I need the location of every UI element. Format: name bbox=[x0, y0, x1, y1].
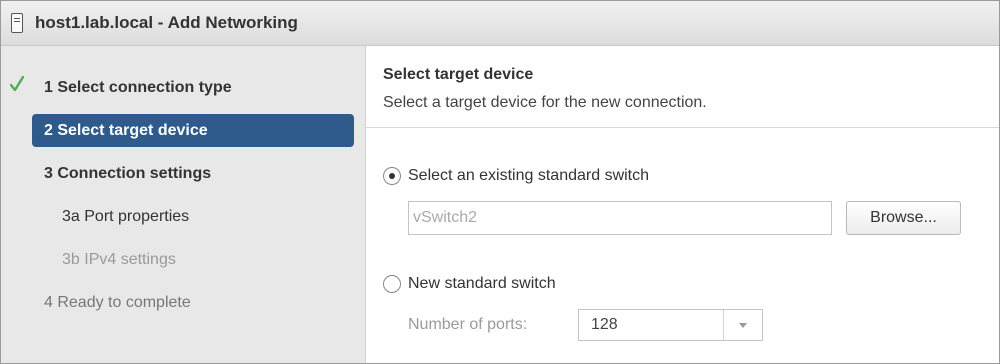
browse-button[interactable]: Browse... bbox=[846, 201, 961, 235]
existing-switch-radio[interactable] bbox=[383, 167, 401, 185]
new-switch-option[interactable]: New standard switch bbox=[383, 275, 556, 293]
step-ipv4-settings: 3b IPv4 settings bbox=[62, 250, 176, 268]
add-networking-dialog: host1.lab.local - Add Networking 1 Selec… bbox=[0, 0, 1000, 364]
existing-switch-input[interactable] bbox=[408, 201, 832, 235]
page-title: Select target device bbox=[383, 66, 534, 83]
step-select-target-device[interactable]: 2 Select target device bbox=[32, 114, 354, 147]
step-port-properties: 3a Port properties bbox=[62, 207, 190, 225]
step-ready-to-complete: 4 Ready to complete bbox=[44, 293, 191, 311]
dialog-title: host1.lab.local - Add Networking bbox=[35, 13, 298, 32]
step-select-connection-type[interactable]: 1 Select connection type bbox=[32, 71, 354, 104]
new-switch-label[interactable]: New standard switch bbox=[408, 275, 556, 293]
header-divider bbox=[366, 127, 999, 128]
ports-dropdown[interactable]: 128 bbox=[578, 309, 763, 341]
page-description: Select a target device for the new conne… bbox=[383, 94, 707, 111]
checkmark-icon bbox=[10, 76, 24, 92]
ports-value: 128 bbox=[591, 316, 618, 333]
wizard-steps: 1 Select connection type 2 Select target… bbox=[1, 46, 366, 363]
existing-switch-option[interactable]: Select an existing standard switch bbox=[383, 167, 649, 185]
step-connection-settings: 3 Connection settings bbox=[44, 164, 212, 182]
ports-label: Number of ports: bbox=[408, 316, 528, 333]
main-panel: Select target device Select a target dev… bbox=[366, 46, 999, 363]
host-icon bbox=[11, 13, 23, 33]
existing-switch-label[interactable]: Select an existing standard switch bbox=[408, 167, 649, 185]
new-switch-radio[interactable] bbox=[383, 275, 401, 293]
title-bar[interactable]: host1.lab.local - Add Networking bbox=[1, 1, 999, 46]
chevron-down-icon[interactable] bbox=[723, 310, 762, 340]
